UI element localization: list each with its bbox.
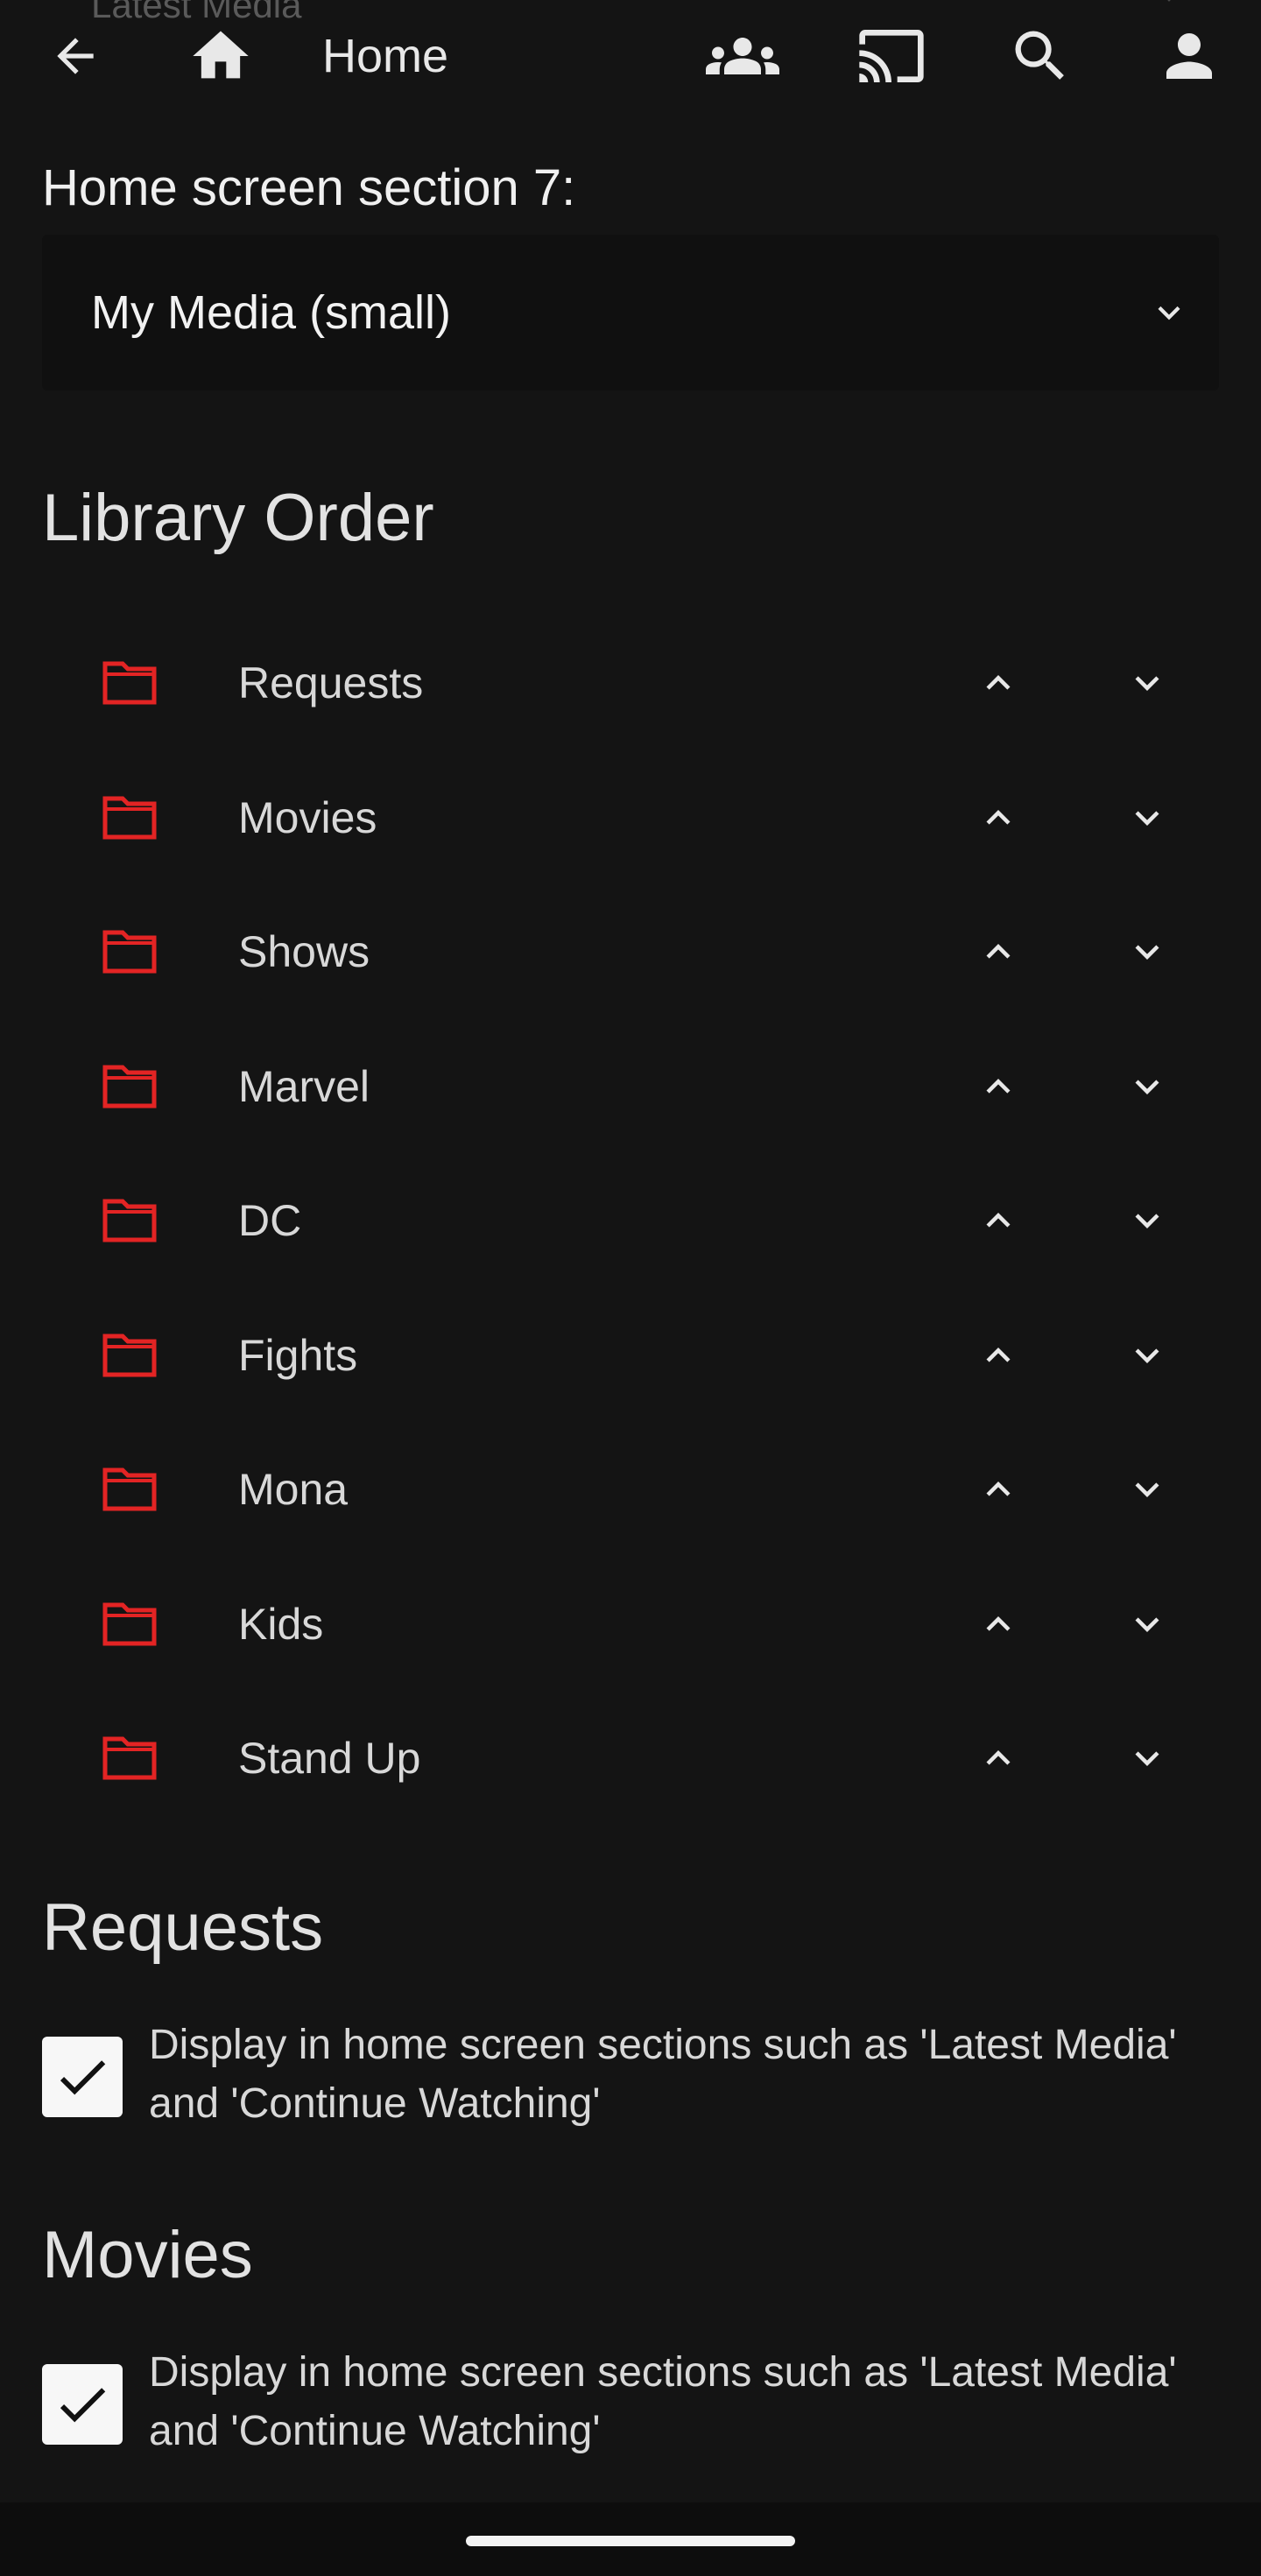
move-up-button[interactable]	[962, 1721, 1035, 1795]
folder-icon	[102, 1736, 157, 1780]
chevron-down-icon	[1135, 1079, 1159, 1094]
move-down-button[interactable]	[1110, 781, 1184, 855]
home-button[interactable]	[184, 19, 257, 93]
chevron-up-icon	[986, 1615, 1011, 1631]
chevron-down-icon	[1135, 1751, 1159, 1766]
move-down-button[interactable]	[1110, 1721, 1184, 1795]
chevron-up-icon	[986, 1347, 1011, 1362]
display-checkbox-label: Display in home screen sections such as …	[149, 2022, 1177, 2127]
library-order-item: Mona	[42, 1423, 1219, 1558]
library-name: Shows	[238, 927, 370, 976]
library-order-item: Movies	[42, 751, 1219, 886]
move-up-button[interactable]	[962, 646, 1035, 720]
move-down-button[interactable]	[1110, 915, 1184, 989]
library-order-item: Fights	[42, 1289, 1219, 1424]
chevron-down-icon	[1135, 1214, 1159, 1228]
folder-icon	[102, 1602, 157, 1645]
display-checkbox[interactable]	[42, 2037, 123, 2117]
section-select-label: Home screen section 7:	[42, 159, 576, 216]
move-up-button[interactable]	[962, 1319, 1035, 1392]
arrow-back-icon	[57, 38, 94, 74]
move-up-button[interactable]	[962, 915, 1035, 989]
library-order-item: DC	[42, 1154, 1219, 1289]
move-down-button[interactable]	[1110, 1050, 1184, 1123]
users-icon	[706, 38, 779, 74]
library-name: Fights	[238, 1330, 358, 1380]
move-down-button[interactable]	[1110, 1319, 1184, 1392]
library-display-option-requests[interactable]: Display in home screen sections such as …	[42, 2016, 1219, 2138]
move-up-button[interactable]	[962, 1453, 1035, 1526]
library-order-item: Kids	[42, 1558, 1219, 1693]
library-order-item: Stand Up	[42, 1692, 1219, 1826]
library-section-title-movies: Movies	[42, 2218, 253, 2292]
chevron-down-icon	[1158, 306, 1180, 320]
chevron-up-icon	[986, 944, 1011, 959]
app-header: Latest Media Home	[0, 0, 1261, 114]
chevron-up-icon	[986, 1750, 1011, 1765]
home-icon	[193, 31, 249, 79]
home-indicator[interactable]	[466, 2536, 795, 2546]
library-name: Stand Up	[238, 1734, 421, 1783]
chevron-down-icon	[1167, 0, 1171, 2]
move-down-button[interactable]	[1110, 1453, 1184, 1526]
library-name: Marvel	[238, 1061, 370, 1111]
user-icon	[1166, 33, 1212, 79]
library-order-item: Shows	[42, 885, 1219, 1020]
move-down-button[interactable]	[1110, 646, 1184, 720]
folder-icon	[102, 1065, 157, 1108]
cast-button[interactable]	[855, 19, 928, 93]
folder-icon	[102, 1467, 157, 1511]
library-name: Movies	[238, 792, 377, 842]
cast-icon	[859, 30, 924, 82]
library-display-option-movies[interactable]: Display in home screen sections such as …	[42, 2343, 1219, 2466]
display-checkbox-label: Display in home screen sections such as …	[149, 2349, 1177, 2454]
library-order-list: Requests Movies Shows Marvel DC Fights M…	[42, 616, 1219, 1826]
chevron-down-icon	[1135, 810, 1159, 826]
folder-icon	[102, 1334, 157, 1376]
chevron-down-icon	[1135, 1482, 1159, 1497]
folder-icon	[102, 1199, 157, 1242]
chevron-up-icon	[986, 809, 1011, 825]
library-name: Mona	[238, 1465, 349, 1514]
search-button[interactable]	[1004, 19, 1077, 93]
library-order-item: Requests	[42, 616, 1219, 751]
folder-icon	[102, 796, 157, 839]
library-order-item: Marvel	[42, 1020, 1219, 1155]
home-section-select[interactable]: My Media (small)	[42, 235, 1219, 391]
folder-icon	[102, 661, 157, 705]
move-down-button[interactable]	[1110, 1184, 1184, 1257]
users-button[interactable]	[706, 19, 779, 93]
library-order-title: Library Order	[42, 481, 434, 555]
user-button[interactable]	[1152, 19, 1226, 93]
folder-icon	[102, 930, 157, 974]
library-section-title-requests: Requests	[42, 1890, 324, 1965]
checkmark-icon	[60, 2388, 106, 2423]
library-name: Requests	[238, 658, 424, 707]
chevron-up-icon	[986, 1482, 1011, 1496]
select-value: My Media (small)	[91, 286, 452, 339]
library-name: Kids	[238, 1599, 324, 1649]
chevron-up-icon	[986, 1078, 1011, 1094]
chevron-up-icon	[986, 1213, 1011, 1228]
display-checkbox[interactable]	[42, 2364, 123, 2445]
move-up-button[interactable]	[962, 1050, 1035, 1123]
page-title: Home	[322, 30, 449, 82]
move-up-button[interactable]	[962, 1587, 1035, 1661]
library-name: DC	[238, 1196, 302, 1245]
move-down-button[interactable]	[1110, 1587, 1184, 1661]
search-icon	[1015, 31, 1064, 80]
chevron-down-icon	[1135, 945, 1159, 960]
move-up-button[interactable]	[962, 781, 1035, 855]
checkmark-icon	[60, 2060, 106, 2095]
chevron-down-icon	[1135, 1348, 1159, 1363]
back-button[interactable]	[39, 19, 112, 93]
chevron-down-icon	[1135, 1616, 1159, 1632]
chevron-up-icon	[986, 675, 1011, 690]
chevron-down-icon	[1135, 676, 1159, 691]
move-up-button[interactable]	[962, 1184, 1035, 1257]
